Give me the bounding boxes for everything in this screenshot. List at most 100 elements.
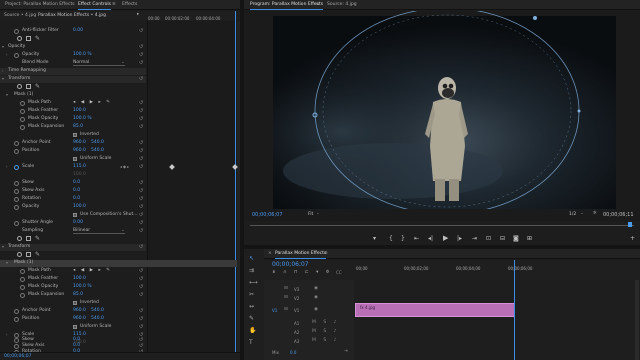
reset-icon[interactable]: ↺ [139,60,143,66]
scale-width-value[interactable]: 100.0 [73,172,86,177]
twirl-icon[interactable]: ▾ [2,76,4,81]
reset-icon[interactable]: ↺ [139,196,143,202]
close-icon[interactable]: × [268,251,272,256]
skew-2-value[interactable]: 0.0 [73,337,80,342]
add-marker-icon[interactable]: ▾ [373,235,376,242]
stopwatch-icon[interactable] [14,221,19,226]
reset-icon[interactable]: ↺ [139,52,143,58]
reset-icon[interactable]: ↺ [139,140,143,146]
eye-icon[interactable]: ◉ [314,286,318,291]
position-2-y[interactable]: 540.0 [91,316,104,321]
toggle-sync-lock-icon[interactable]: ⊟ [284,295,288,300]
tab-menu-icon[interactable]: ≡ [112,2,116,7]
lift-icon[interactable]: ⊡ [486,235,491,242]
position-y[interactable]: 540.0 [91,148,104,153]
reset-icon[interactable]: ↺ [139,292,143,298]
anchor-point-x[interactable]: 960.0 [73,140,86,145]
mark-in-icon[interactable]: { [389,235,393,242]
ec-source-label[interactable]: Source • 4.jpg [4,13,36,18]
timeline-scrollbar[interactable] [635,280,639,360]
tab-project[interactable]: Project: Parallax Motion Effects [5,2,75,7]
reset-icon[interactable]: ↺ [139,268,143,274]
comparison-view-icon[interactable]: ⊞ [527,235,532,242]
mask-feather-value[interactable]: 100.0 [73,108,86,113]
stopwatch-icon[interactable] [20,285,25,290]
reset-icon[interactable]: ↺ [139,244,143,250]
reset-icon[interactable]: ↺ [139,212,143,218]
rect-mask-icon[interactable] [26,36,31,41]
stopwatch-icon[interactable] [20,269,25,274]
quality-select[interactable]: 1/2 [569,212,576,217]
skew-axis-2-value[interactable]: 0.0 [73,343,80,348]
stopwatch-icon[interactable] [14,205,19,210]
timeline-clip[interactable]: fx 4.jpg [355,303,515,317]
rotation-value[interactable]: 0.0 [73,196,80,201]
mask-expansion-value[interactable]: 85.0 [73,124,83,129]
opacity-2-value[interactable]: 100.0 [73,204,86,209]
reset-icon[interactable]: ↺ [139,28,143,34]
reset-icon[interactable]: ↺ [139,220,143,226]
go-to-in-icon[interactable]: ⇤ [414,235,419,242]
mute-solo-icons[interactable]: M S ♪ [312,329,339,334]
stopwatch-icon[interactable] [20,117,25,122]
program-viewer[interactable] [244,11,640,209]
pen-mask-icon[interactable]: ✎ [35,235,40,242]
program-scrubber[interactable] [250,222,634,228]
mask-track-controls[interactable]: ◂ ◀ ▶ ▸ ✎ [73,100,112,105]
reset-icon[interactable]: ↺ [139,228,143,234]
anchor-point-y[interactable]: 540.0 [91,140,104,145]
twirl-icon[interactable]: ▾ [6,260,8,265]
uniform-scale-2-checkbox[interactable] [73,325,77,329]
type-tool-icon[interactable]: T [249,339,253,346]
anchor-point-2-y[interactable]: 540.0 [91,308,104,313]
ec-play-icon[interactable]: ▸ [137,12,139,17]
tab-program-menu-icon[interactable]: ≡ [316,2,320,7]
position-x[interactable]: 960.0 [73,148,86,153]
go-to-out-icon[interactable]: ⇥ [344,349,348,354]
mix-value[interactable]: 0.0 [290,350,296,355]
keyframe-nav-icon[interactable]: ◂◆▸ [120,164,130,169]
stopwatch-icon[interactable] [20,277,25,282]
scrubber-playhead[interactable] [628,222,632,227]
reset-icon[interactable]: ↺ [139,148,143,154]
anchor-point-2-x[interactable]: 960.0 [73,308,86,313]
tab-effect-controls[interactable]: Effect Controls [78,2,111,10]
anti-flicker-value[interactable]: 0.00 [73,28,83,33]
mute-solo-icons[interactable]: M S ♪ [312,338,339,343]
stopwatch-icon[interactable] [14,141,19,146]
reset-icon[interactable]: ↺ [139,116,143,122]
mask-ellipse-overlay[interactable] [273,11,616,209]
stopwatch-icon[interactable] [14,181,19,186]
inverted-checkbox[interactable] [73,133,77,137]
ec-footer-timecode[interactable]: 00;00;06;07 [4,354,31,359]
mask-expansion-2-value[interactable]: 85.0 [73,292,83,297]
step-forward-icon[interactable]: |▸ [457,235,462,242]
opacity-value[interactable]: 100.0 % [73,52,92,57]
timeline-timecode[interactable]: 00;00;06;07 [272,261,309,268]
tab-timeline-sequence[interactable]: Parallax Motion Effects [275,251,327,259]
play-icon[interactable]: ▶ [443,234,448,242]
zoom-select[interactable]: Fit [308,212,313,217]
reset-icon[interactable]: ↺ [139,316,143,322]
skew-value[interactable]: 0.0 [73,180,80,185]
cc-icon[interactable]: CC [336,270,342,275]
reset-icon[interactable]: ↺ [139,76,143,82]
inverted-2-checkbox[interactable] [73,301,77,305]
twirl-icon[interactable]: ▾ [6,92,8,97]
rect-mask-icon[interactable] [26,236,31,241]
ellipse-mask-icon[interactable] [17,236,22,241]
toggle-sync-lock-icon[interactable]: ⊟ [284,307,288,312]
timeline-tool-icons[interactable]: ⋔ ∩ ⊓ ⊏ ▾ ✲ [272,270,333,275]
stopwatch-icon[interactable] [14,53,19,58]
step-back-icon[interactable]: ◂| [428,235,433,242]
pen-tool-icon[interactable]: ✎ [249,315,254,322]
timeline-playhead[interactable] [514,260,515,360]
track-name-v2[interactable]: V2 [294,296,299,301]
razor-icon[interactable]: ✂ [249,291,254,298]
twirl-icon[interactable]: ▾ [2,244,4,249]
position-2-x[interactable]: 960.0 [73,316,86,321]
export-frame-icon[interactable]: ◙ [513,235,519,242]
rect-mask-icon[interactable] [26,84,31,89]
reset-icon[interactable]: ↺ [139,108,143,114]
pen-mask-icon[interactable]: ✎ [35,35,40,42]
